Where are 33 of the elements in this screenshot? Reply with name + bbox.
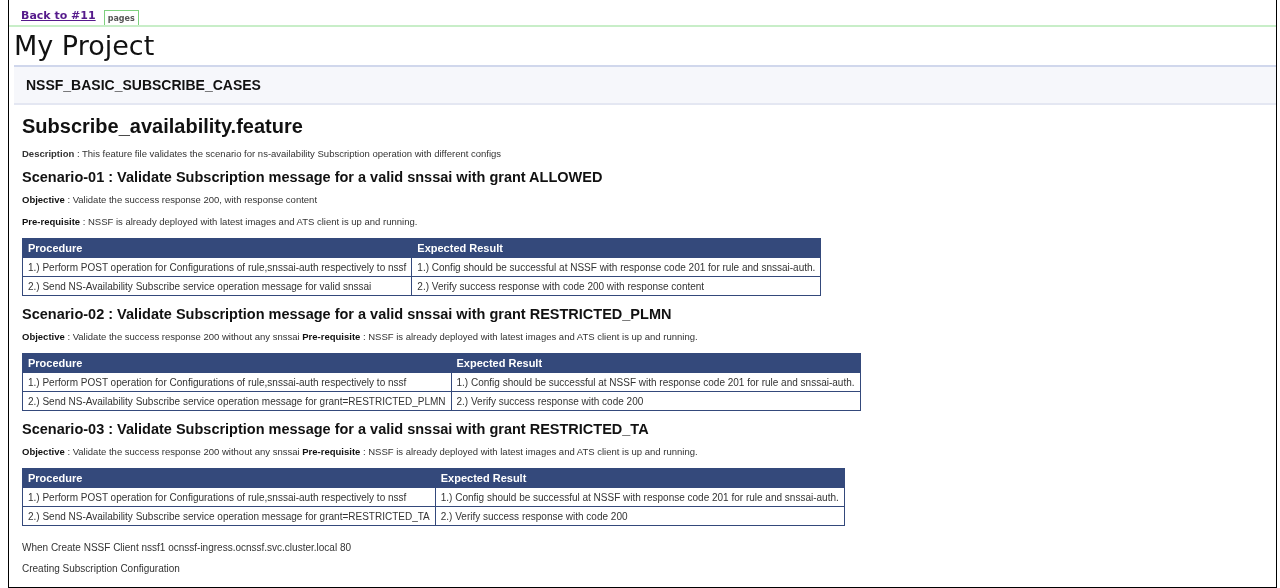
table-cell: 1.) Config should be successful at NSSF with response code 201 for rule and snssai-auth.	[451, 372, 860, 392]
scenario-heading: Scenario-01 : Validate Subscription message for a valid snssai with grant ALLOWED	[22, 169, 604, 185]
table-cell: 2.) Send NS-Availability Subscribe service operation message for grant=RESTRICTED_TA	[22, 506, 436, 526]
table-cell: 1.) Perform POST operation for Configurations of rule,snssai-auth respectively to nssf	[22, 372, 451, 392]
log-line: When Create NSSF Client nssf1 ocnssf-ingress.ocnssf.svc.cluster.local 80	[22, 542, 353, 553]
pages-tab[interactable]: pages	[103, 10, 139, 25]
scenario-text: Objective : Validate the success response 200 without any snssai Pre-requisite : NSSF is already deployed with latest images and ATS client is up and running.	[22, 446, 699, 457]
scenario-heading: Scenario-02 : Validate Subscription message for a valid snssai with grant RESTRICTED_PLMN	[22, 306, 673, 322]
scenario-text: Objective : Validate the success response 200, with response content	[22, 194, 319, 205]
column-header: Expected Result	[451, 353, 860, 373]
log-line: Creating Subscription Configuration	[22, 563, 181, 574]
scenario-text: Pre-requisite : NSSF is already deployed with latest images and ATS client is up and running.	[22, 216, 419, 227]
table-cell: 2.) Verify success response with code 200 with response content	[411, 276, 821, 296]
table-cell: 1.) Config should be successful at NSSF with response code 201 for rule and snssai-auth.	[435, 487, 845, 507]
column-header: Procedure	[22, 353, 451, 373]
description-text: Description : This feature file validates the scenario for ns-availability Subscription operation with different configs	[22, 148, 503, 159]
table-cell: 2.) Send NS-Availability Subscribe service operation message for grant=RESTRICTED_PLMN	[22, 391, 451, 411]
column-header: Expected Result	[411, 238, 821, 258]
section-header: NSSF_BASIC_SUBSCRIBE_CASES	[14, 65, 1276, 105]
table-cell: 1.) Perform POST operation for Configurations of rule,snssai-auth respectively to nssf	[22, 487, 436, 507]
table-cell: 2.) Verify success response with code 200	[435, 506, 845, 526]
column-header: Expected Result	[435, 468, 845, 488]
column-header: Procedure	[22, 468, 436, 488]
column-header: Procedure	[22, 238, 412, 258]
table-cell: 1.) Perform POST operation for Configurations of rule,snssai-auth respectively to nssf	[22, 257, 412, 277]
back-link[interactable]: Back to #11	[21, 9, 96, 22]
feature-heading: Subscribe_availability.feature	[22, 115, 304, 138]
table-cell: 2.) Send NS-Availability Subscribe service operation message for valid snssai	[22, 276, 412, 296]
table-cell: 2.) Verify success response with code 200	[451, 391, 860, 411]
page-title: My Project	[14, 29, 156, 63]
scenario-text: Objective : Validate the success response 200 without any snssai Pre-requisite : NSSF is already deployed with latest images and ATS client is up and running.	[22, 331, 699, 342]
scenario-heading: Scenario-03 : Validate Subscription message for a valid snssai with grant RESTRICTED_TA	[22, 421, 650, 437]
table-cell: 1.) Config should be successful at NSSF with response code 201 for rule and snssai-auth.	[411, 257, 821, 277]
